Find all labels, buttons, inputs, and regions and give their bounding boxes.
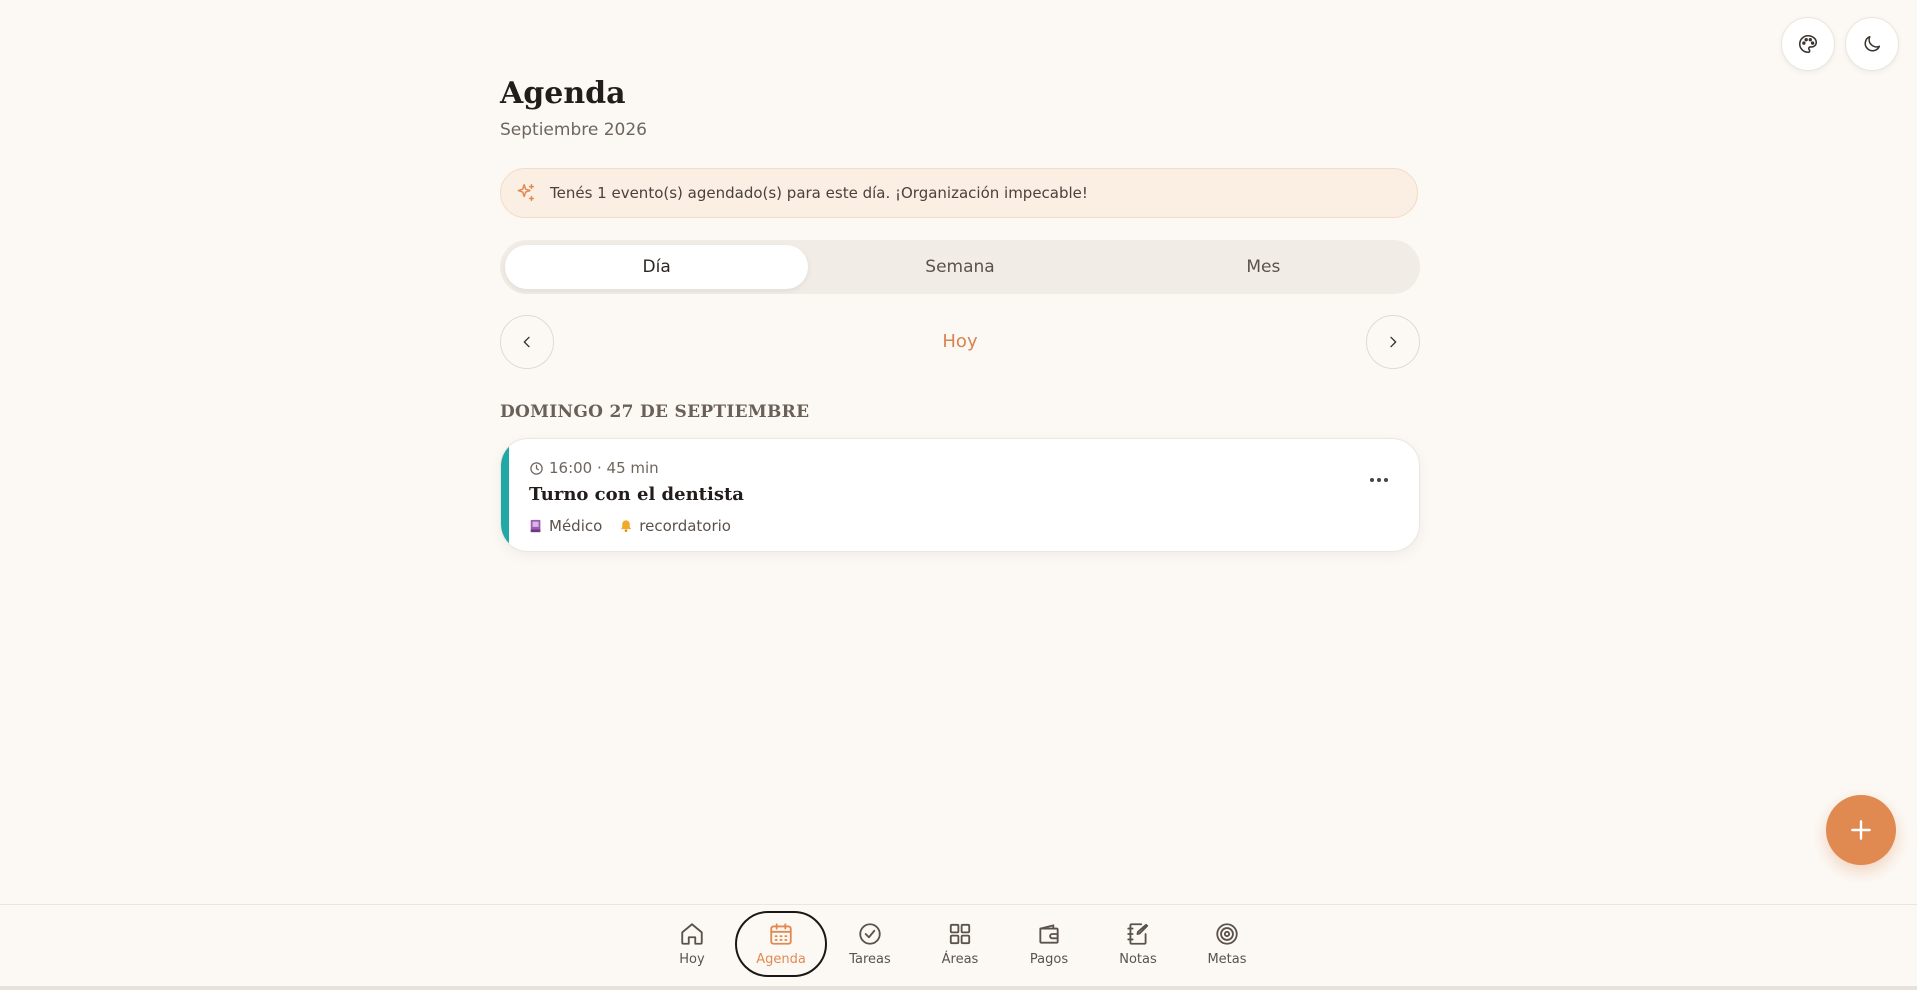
nav-item-pagos[interactable]: Pagos <box>1004 912 1094 976</box>
nav-item-agenda[interactable]: Agenda <box>735 911 827 977</box>
window-bottom-edge <box>0 986 1917 990</box>
event-tag-reminder-label: recordatorio <box>639 517 731 535</box>
event-card[interactable]: 16:00 · 45 min Turno con el dentista Méd… <box>500 438 1420 552</box>
moon-icon <box>1864 35 1881 52</box>
chevron-right-icon <box>1390 336 1397 348</box>
view-week-tab[interactable]: Semana <box>808 245 1111 289</box>
nav-item-label: Agenda <box>756 952 806 967</box>
event-more-button[interactable] <box>1365 469 1393 491</box>
calendar-icon <box>770 923 792 945</box>
sparkles-icon <box>517 184 535 202</box>
target-icon <box>1216 923 1238 945</box>
nav-item-label: Metas <box>1207 952 1247 967</box>
add-event-button[interactable] <box>1826 795 1896 865</box>
day-heading: DOMINGO 27 DE SEPTIEMBRE <box>500 402 810 422</box>
nav-item-label: Notas <box>1119 952 1157 967</box>
nav-item-label: Áreas <box>941 952 979 967</box>
home-icon <box>681 923 703 945</box>
dark-mode-button[interactable] <box>1845 17 1899 71</box>
grid-icon <box>949 923 971 945</box>
event-color-stripe <box>501 439 509 551</box>
palette-icon <box>1799 34 1818 54</box>
view-day-tab[interactable]: Día <box>505 245 809 289</box>
nav-item-notas[interactable]: Notas <box>1093 912 1183 976</box>
nav-item-areas[interactable]: Áreas <box>915 912 1005 976</box>
next-day-button[interactable] <box>1366 315 1420 369</box>
wallet-icon <box>1039 924 1059 944</box>
notebook-icon <box>1127 923 1149 945</box>
page-title: Agenda <box>500 76 626 111</box>
view-month-tab[interactable]: Mes <box>1112 245 1415 289</box>
today-button[interactable]: Hoy <box>500 331 1420 352</box>
event-title: Turno con el dentista <box>529 484 744 505</box>
summary-banner: Tenés 1 evento(s) agendado(s) para este … <box>500 168 1418 218</box>
event-time-text: 16:00 · 45 min <box>549 459 659 477</box>
nav-item-label: Pagos <box>1029 952 1069 967</box>
bottom-nav: Hoy Agenda Tareas Áreas Pagos Notas Meta… <box>0 904 1917 986</box>
more-horizontal-icon <box>1370 478 1388 482</box>
view-switch: Día Semana Mes <box>500 240 1420 294</box>
plus-icon <box>1851 820 1871 840</box>
summary-banner-text: Tenés 1 evento(s) agendado(s) para este … <box>550 184 1088 202</box>
event-tag-category: Médico <box>529 517 602 535</box>
bell-icon <box>621 520 632 532</box>
nav-item-hoy[interactable]: Hoy <box>647 912 737 976</box>
check-circle-icon <box>859 923 881 945</box>
clock-icon <box>530 461 543 475</box>
page-subtitle: Septiembre 2026 <box>500 120 647 140</box>
event-tags: Médico recordatorio <box>529 517 748 535</box>
book-icon <box>530 519 541 533</box>
event-time: 16:00 · 45 min <box>529 459 659 477</box>
nav-item-label: Hoy <box>679 952 705 967</box>
theme-button[interactable] <box>1781 17 1835 71</box>
nav-item-tareas[interactable]: Tareas <box>825 912 915 976</box>
event-tag-reminder: recordatorio <box>619 517 731 535</box>
nav-item-label: Tareas <box>849 952 891 967</box>
nav-item-metas[interactable]: Metas <box>1182 912 1272 976</box>
event-tag-category-label: Médico <box>549 517 603 535</box>
